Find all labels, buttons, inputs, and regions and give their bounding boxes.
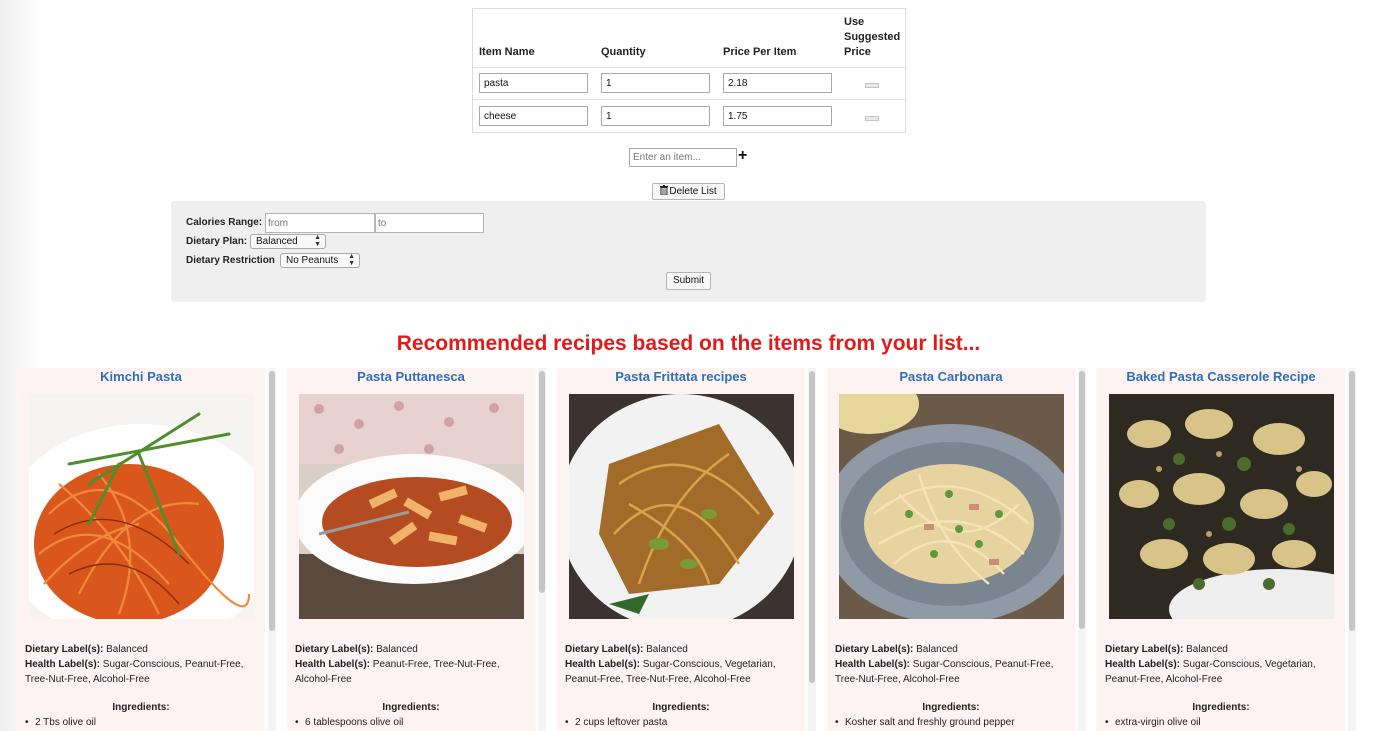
ingredient-item: 6 tablespoons olive oil xyxy=(295,717,403,728)
card-scrollbar[interactable] xyxy=(268,368,276,731)
item-name-input[interactable] xyxy=(479,106,588,126)
recipe-image xyxy=(29,394,254,619)
quantity-input[interactable] xyxy=(601,73,710,93)
shopping-list-table: Item Name Quantity Price Per Item Use Su… xyxy=(472,8,906,133)
calories-from-input[interactable] xyxy=(265,213,375,233)
use-suggested-price-button[interactable] xyxy=(865,116,879,121)
card-scrollbar[interactable] xyxy=(808,368,816,731)
recommended-heading: Recommended recipes based on the items f… xyxy=(396,332,981,355)
recipe-image xyxy=(299,394,524,619)
header-quantity: Quantity xyxy=(601,46,646,58)
recipe-labels: Dietary Label(s): Balanced Health Label(… xyxy=(25,644,244,685)
recipe-labels: Dietary Label(s): Balanced Health Label(… xyxy=(565,644,776,685)
submit-button[interactable]: Submit xyxy=(666,272,711,290)
card-scrollbar[interactable] xyxy=(1348,368,1356,731)
scrollbar-thumb[interactable] xyxy=(1349,371,1355,631)
card-scrollbar[interactable] xyxy=(1078,368,1086,731)
recipe-title[interactable]: Pasta Frittata recipes xyxy=(557,369,805,384)
dietary-plan-select[interactable]: Balanced ▲ ▼ xyxy=(250,234,326,249)
calories-to-input[interactable] xyxy=(375,213,484,233)
ingredient-item: 2 cups leftover pasta xyxy=(565,717,667,728)
recipe-image xyxy=(839,394,1064,619)
dietary-restriction-label: Dietary Restriction xyxy=(186,255,275,266)
ingredients-heading: Ingredients: xyxy=(382,702,440,713)
table-divider xyxy=(473,99,905,100)
item-name-input[interactable] xyxy=(479,73,588,93)
recipe-title[interactable]: Kimchi Pasta xyxy=(17,369,265,384)
ingredients-heading: Ingredients: xyxy=(652,702,710,713)
trash-icon xyxy=(660,185,669,195)
recipe-card: Pasta Puttanesca Dietary Label(s): Balan… xyxy=(287,368,535,731)
recipe-card: Kimchi Pasta Dietary Label(s): Balanced … xyxy=(17,368,265,731)
select-arrows-icon: ▲ ▼ xyxy=(348,253,355,267)
header-use-suggested-price: Use Suggested Price xyxy=(844,16,901,58)
price-input[interactable] xyxy=(723,73,832,93)
ingredient-item: extra-virgin olive oil xyxy=(1105,717,1201,728)
add-item-input[interactable] xyxy=(629,148,737,167)
header-item-name: Item Name xyxy=(479,46,535,58)
plus-icon[interactable]: + xyxy=(738,147,747,165)
delete-list-button[interactable]: Delete List xyxy=(652,183,725,200)
quantity-input[interactable] xyxy=(601,106,710,126)
ingredients-heading: Ingredients: xyxy=(922,702,980,713)
recipe-card: Baked Pasta Casserole Recipe Dietary Lab… xyxy=(1097,368,1345,731)
recipe-labels: Dietary Label(s): Balanced Health Label(… xyxy=(295,644,500,685)
recipe-title[interactable]: Baked Pasta Casserole Recipe xyxy=(1097,369,1345,384)
recipe-image xyxy=(1109,394,1334,619)
dietary-plan-label: Dietary Plan: xyxy=(186,236,248,247)
price-input[interactable] xyxy=(723,106,832,126)
use-suggested-price-button[interactable] xyxy=(865,83,879,88)
dietary-restriction-select[interactable]: No Peanuts ▲ ▼ xyxy=(280,253,360,268)
calories-range-label: Calories Range: xyxy=(186,217,263,228)
select-arrows-icon: ▲ ▼ xyxy=(314,234,321,248)
recipe-title[interactable]: Pasta Carbonara xyxy=(827,369,1075,384)
recipe-card: Pasta Carbonara Dietary Label(s): Balanc… xyxy=(827,368,1075,731)
recipe-card: Pasta Frittata recipes Dietary Label(s):… xyxy=(557,368,805,731)
ingredient-item: Kosher salt and freshly ground pepper xyxy=(835,717,1015,728)
ingredient-item: 2 Tbs olive oil xyxy=(25,717,96,728)
recipe-labels: Dietary Label(s): Balanced Health Label(… xyxy=(835,644,1054,685)
recipe-labels: Dietary Label(s): Balanced Health Label(… xyxy=(1105,644,1316,685)
card-scrollbar[interactable] xyxy=(538,368,546,731)
ingredients-heading: Ingredients: xyxy=(112,702,170,713)
scrollbar-thumb[interactable] xyxy=(1079,371,1085,629)
ingredients-heading: Ingredients: xyxy=(1192,702,1250,713)
scrollbar-thumb[interactable] xyxy=(539,371,545,593)
recipe-filter-panel: Calories Range: Dietary Plan: Balanced ▲… xyxy=(171,201,1206,302)
delete-list-label: Delete List xyxy=(669,186,717,197)
recipe-title[interactable]: Pasta Puttanesca xyxy=(287,369,535,384)
scrollbar-thumb[interactable] xyxy=(809,371,815,683)
recipe-image xyxy=(569,394,794,619)
header-price-per-item: Price Per Item xyxy=(723,46,797,58)
scrollbar-thumb[interactable] xyxy=(269,371,275,631)
table-divider xyxy=(473,67,905,68)
